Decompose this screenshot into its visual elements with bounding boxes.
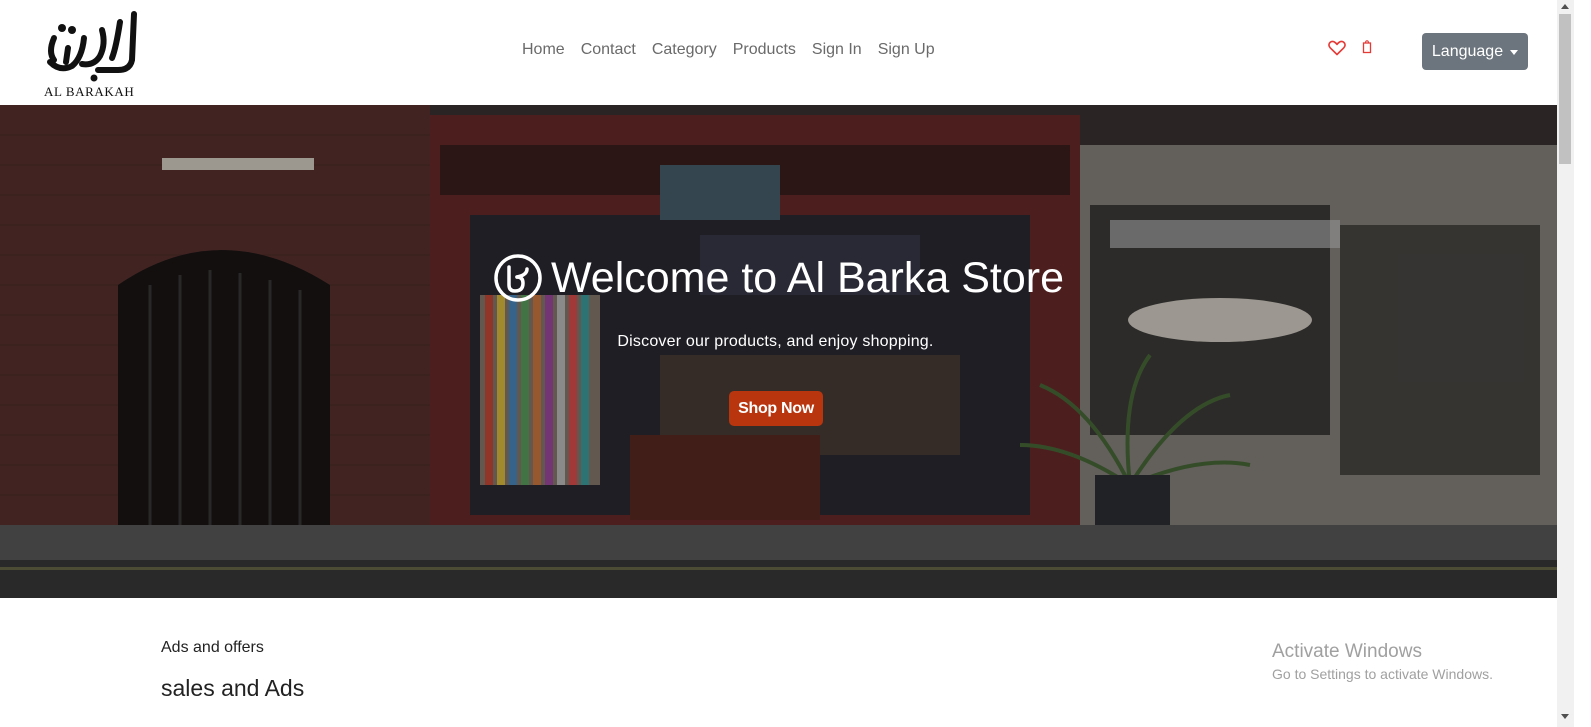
nav-link-category[interactable]: Category [644, 38, 725, 62]
hero-title: Welcome to Al Barka Store [0, 253, 1557, 303]
shop-now-button[interactable]: Shop Now [729, 391, 823, 426]
hero-banner: Welcome to Al Barka Store Discover our p… [0, 105, 1557, 598]
shopping-bag-icon[interactable] [1362, 40, 1372, 59]
nav-link-sign-up[interactable]: Sign Up [870, 38, 943, 62]
brand-name: AL BARAKAH [44, 84, 135, 99]
brand-logo[interactable]: AL BARAKAH [40, 8, 140, 99]
al-barakah-arabic-logo [47, 11, 137, 82]
caret-down-icon [1510, 49, 1519, 55]
nav-link-contact[interactable]: Contact [573, 38, 644, 62]
nav-link-home[interactable]: Home [514, 38, 573, 62]
language-button-label: Language [1431, 42, 1504, 60]
watermark-subtitle: Go to Settings to activate Windows. [1272, 666, 1493, 682]
watermark-title: Activate Windows [1272, 641, 1422, 662]
language-dropdown-button[interactable]: Language [1422, 33, 1528, 70]
scrollbar-thumb[interactable] [1559, 14, 1571, 164]
top-navbar: AL BARAKAH Home Contact Category Product… [0, 0, 1557, 105]
ads-section-heading: sales and Ads [161, 675, 305, 701]
nav-link-products[interactable]: Products [725, 38, 804, 62]
ads-section-label: Ads and offers [161, 639, 264, 656]
hero-title-text: Welcome to Al Barka Store [550, 253, 1065, 302]
scroll-up-arrow-icon[interactable] [1561, 4, 1569, 9]
heart-icon[interactable] [1328, 40, 1346, 61]
scroll-down-arrow-icon[interactable] [1561, 714, 1569, 719]
hero-subtitle: Discover our products, and enjoy shoppin… [617, 333, 934, 350]
nav-link-sign-in[interactable]: Sign In [804, 38, 870, 62]
main-nav: Home Contact Category Products Sign In S… [514, 38, 943, 62]
hero-dark-overlay [0, 105, 1557, 598]
store-circle-logo-icon [494, 254, 542, 302]
windows-activation-watermark: Activate Windows Go to Settings to activ… [1272, 641, 1493, 682]
